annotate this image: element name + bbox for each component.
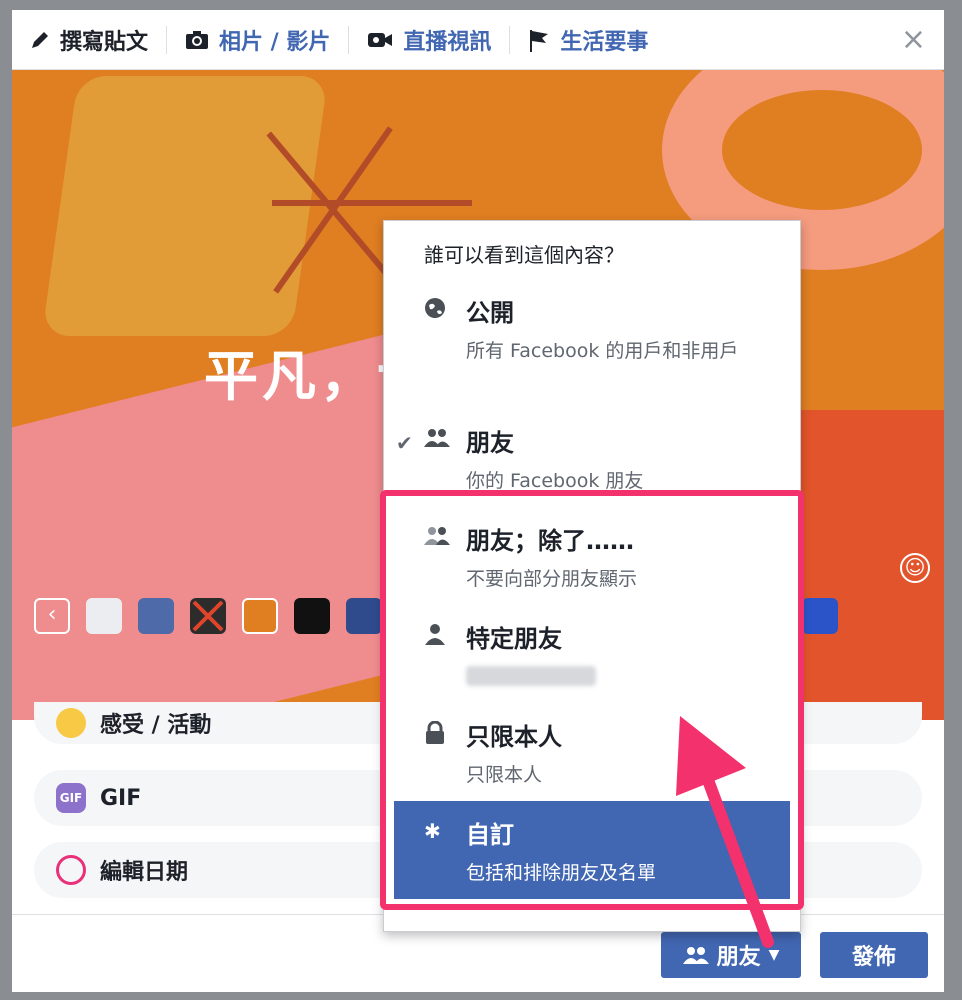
option-title: 公開 — [466, 299, 514, 327]
background-picker: ‹ — [34, 598, 382, 634]
background-swatch[interactable] — [802, 598, 838, 634]
camera-icon — [185, 30, 209, 50]
composer-tabs: 撰寫貼文 相片 / 影片 直播視訊 生活要事 × — [12, 10, 944, 70]
background-swatch[interactable] — [138, 598, 174, 634]
post-button[interactable]: 發佈 — [820, 932, 928, 978]
chevron-left-icon[interactable]: ‹ — [34, 598, 70, 634]
post-text[interactable]: 平凡，t — [204, 332, 408, 411]
background-swatch[interactable] — [294, 598, 330, 634]
pencil-icon — [30, 30, 50, 50]
emoji-icon[interactable]: ☺ — [900, 553, 930, 583]
flag-icon — [528, 28, 550, 52]
friends-icon — [424, 427, 450, 453]
tab-photo-video[interactable]: 相片 / 影片 — [167, 10, 348, 70]
option-title: 朋友 — [466, 429, 514, 457]
tab-write-post[interactable]: 撰寫貼文 — [12, 10, 166, 70]
background-swatch[interactable] — [86, 598, 122, 634]
tab-label: 生活要事 — [560, 29, 649, 55]
dropdown-title: 誰可以看到這個內容？ — [424, 243, 624, 267]
background-swatch[interactable] — [190, 598, 226, 634]
video-camera-icon — [367, 31, 393, 49]
check-icon: ✔ — [396, 431, 413, 455]
gif-icon: GIF — [56, 783, 86, 813]
tab-label: 撰寫貼文 — [60, 29, 149, 55]
tab-label: 直播視訊 — [403, 29, 492, 55]
tab-live-video[interactable]: 直播視訊 — [349, 10, 509, 70]
tab-label: 相片 / 影片 — [219, 29, 331, 55]
option-label: 感受 / 活動 — [100, 713, 212, 738]
tab-life-event[interactable]: 生活要事 — [510, 10, 666, 70]
annotation-arrow — [676, 716, 774, 948]
background-swatch[interactable] — [242, 598, 278, 634]
calendar-edit-icon — [56, 855, 86, 885]
close-icon[interactable]: × — [901, 25, 926, 55]
background-swatch[interactable] — [346, 598, 382, 634]
art-shape — [41, 76, 329, 336]
option-subtitle: 所有 Facebook 的用戶和非用戶 — [466, 340, 739, 362]
option-label: GIF — [100, 785, 142, 811]
art-shape — [272, 200, 472, 206]
option-label: 編輯日期 — [100, 860, 189, 885]
emoji-icon — [56, 708, 86, 738]
globe-icon — [424, 297, 450, 323]
audience-option-public[interactable]: 公開 所有 Facebook 的用戶和非用戶 — [384, 279, 800, 409]
